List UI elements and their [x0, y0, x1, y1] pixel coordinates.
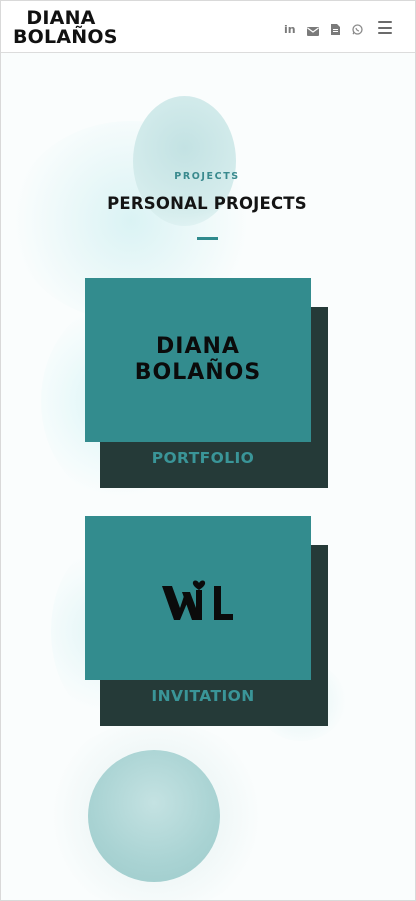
hamburger-menu-icon[interactable]	[378, 21, 392, 34]
whatsapp-icon[interactable]	[352, 22, 363, 40]
card-logo-line-1: DIANA	[156, 334, 240, 359]
section-eyebrow: PROJECTS	[174, 171, 240, 182]
linkedin-icon[interactable]: in	[284, 20, 296, 38]
logo-line-2: BOLAÑOS	[13, 26, 118, 48]
project-label[interactable]: INVITATION	[100, 687, 306, 705]
section-title: PERSONAL PROJECTS	[107, 194, 307, 213]
title-divider	[197, 237, 218, 240]
document-icon[interactable]	[331, 22, 340, 40]
card-logo-line-2: BOLAÑOS	[134, 360, 262, 385]
background-circle	[88, 750, 220, 882]
mail-icon[interactable]	[307, 23, 319, 41]
card-image[interactable]: DIANA BOLAÑOS	[85, 278, 311, 442]
site-header: DIANA BOLAÑOS in	[1, 1, 415, 53]
card-image[interactable]	[85, 516, 311, 680]
diana-bolanos-logo: DIANA BOLAÑOS	[135, 334, 261, 386]
linkedin-text: in	[284, 23, 296, 36]
page-frame: DIANA BOLAÑOS in PROJECTS PERSONAL PROJE…	[0, 0, 416, 901]
site-logo[interactable]: DIANA BOLAÑOS	[13, 9, 118, 48]
project-label[interactable]: PORTFOLIO	[100, 449, 306, 467]
wl-monogram-heart-logo	[162, 580, 233, 620]
